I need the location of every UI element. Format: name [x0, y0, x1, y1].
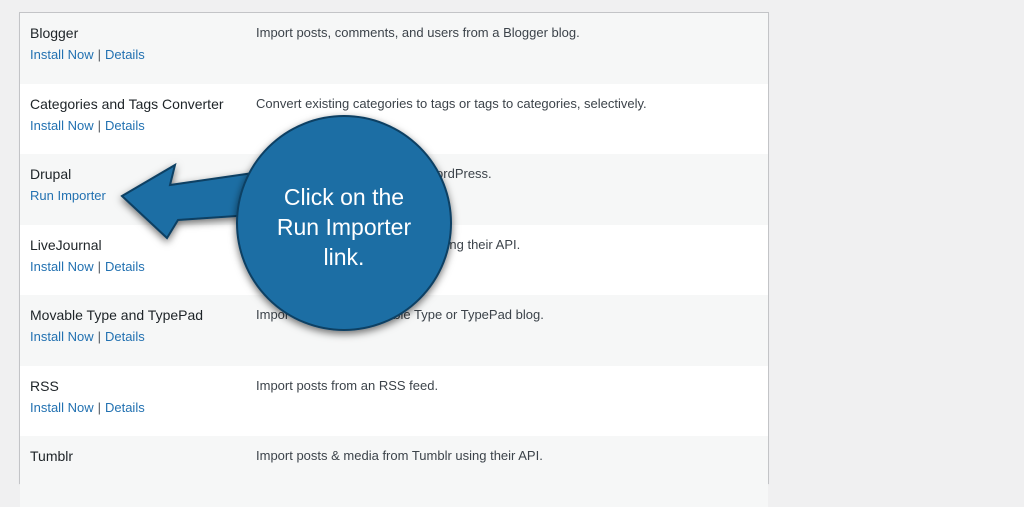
- importer-row-rss: RSS Install Now | Details Import posts fro…: [20, 366, 768, 437]
- details-link[interactable]: Details: [105, 47, 145, 62]
- callout-line: Run Importer: [276, 214, 412, 240]
- row-actions: Install Now | Details: [30, 117, 145, 135]
- importer-description: Convert existing categories to tags or t…: [256, 95, 647, 111]
- importer-description: Import posts, comments, and users from a…: [256, 25, 580, 40]
- install-now-link[interactable]: Install Now: [30, 329, 94, 344]
- importer-name: RSS: [30, 377, 59, 394]
- install-now-link[interactable]: Install Now: [30, 259, 94, 274]
- row-actions: Install Now | Details: [30, 399, 145, 417]
- importer-row-blogger: Blogger Install Now | Details Import posts…: [20, 13, 768, 84]
- importer-name: LiveJournal: [30, 236, 102, 253]
- importer-name: Drupal: [30, 166, 72, 182]
- importer-row-tumblr: Tumblr Import posts & media from Tumblr …: [20, 436, 768, 507]
- install-now-link[interactable]: Install Now: [30, 47, 94, 62]
- importer-name: Movable Type and TypePad: [30, 307, 204, 323]
- importer-row-movable-type: Movable Type and TypePad Install Now | Det…: [20, 295, 768, 366]
- row-actions: Install Now | Details: [30, 46, 145, 64]
- run-importer-link[interactable]: Run Importer: [30, 188, 106, 203]
- importer-name: Categories and Tags Converter: [30, 95, 224, 112]
- install-now-link[interactable]: Install Now: [30, 118, 94, 133]
- importer-description: Import posts from an RSS feed.: [256, 377, 439, 393]
- callout-line: Click on the: [283, 184, 405, 210]
- importer-name: Tumblr: [30, 448, 74, 464]
- details-link[interactable]: Details: [105, 259, 145, 274]
- row-actions: Install Now | Details: [30, 328, 145, 346]
- importer-description: Impor ents from a Movable Type or TypePa…: [256, 307, 544, 322]
- row-actions: Install Now | Details: [30, 258, 145, 276]
- callout-line: link.: [323, 244, 365, 270]
- details-link[interactable]: Details: [105, 118, 145, 133]
- details-link[interactable]: Details: [105, 329, 145, 344]
- action-separator: |: [97, 329, 101, 344]
- importer-description: Import posts & media from Tumblr using t…: [256, 448, 543, 463]
- details-link[interactable]: Details: [105, 400, 145, 415]
- action-separator: |: [97, 258, 101, 274]
- importer-description: sing their API.: [440, 236, 521, 252]
- install-now-link[interactable]: Install Now: [30, 400, 94, 415]
- action-separator: |: [97, 47, 101, 62]
- action-separator: |: [97, 117, 101, 133]
- row-actions: Run Importer: [30, 187, 106, 205]
- importer-row-categories-tags: Categories and Tags Converter Install No…: [20, 84, 768, 155]
- callout-text: Click on the Run Importer link.: [244, 182, 444, 272]
- importer-name: Blogger: [30, 25, 79, 41]
- importer-description: WordPress.: [424, 166, 492, 181]
- action-separator: |: [97, 399, 101, 415]
